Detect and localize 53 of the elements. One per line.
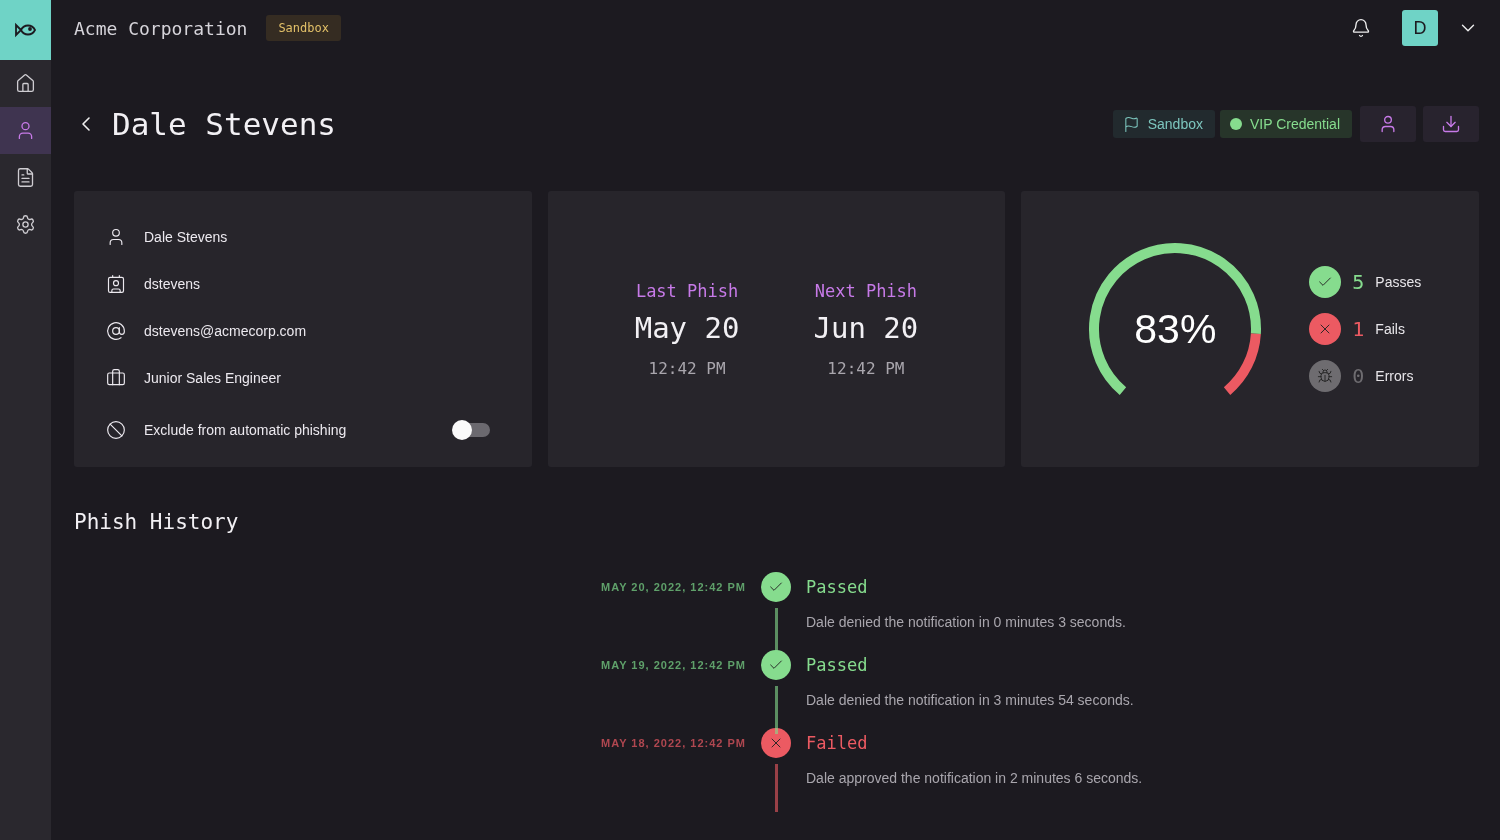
settings-icon (15, 214, 36, 235)
profile-detail: Junior Sales Engineer (144, 369, 282, 386)
page-title: Dale Stevens (112, 106, 336, 142)
environment-badge: Sandbox (266, 15, 341, 41)
setting-label: Exclude from automatic phishing (144, 421, 348, 438)
event-date: MAY 18, 2022, 12:42 PM (600, 737, 746, 749)
section-title: Phish History (74, 510, 240, 534)
phish-user-button[interactable] (1360, 106, 1416, 142)
event-date: MAY 20, 2022, 12:42 PM (600, 581, 746, 593)
exclude-toggle[interactable] (453, 422, 490, 437)
stat-count: 0 (1351, 364, 1366, 388)
bell-icon (1351, 18, 1371, 38)
tag: Sandbox (1112, 110, 1215, 138)
score-gauge-fail-arc (1223, 333, 1262, 395)
event-status: Passed (806, 577, 869, 597)
download-icon (1441, 114, 1461, 134)
time-value: 12:42 PM (648, 358, 726, 378)
time-value: 12:42 PM (827, 358, 905, 378)
id-badge-icon (106, 273, 126, 294)
stat-label: Fails (1375, 321, 1405, 337)
bug-icon (1317, 368, 1334, 384)
briefcase-icon (106, 367, 126, 388)
user-avatar[interactable]: D (1402, 10, 1438, 46)
stat-count: 1 (1351, 317, 1366, 341)
flag-icon (1122, 115, 1140, 133)
home-icon (15, 73, 36, 94)
download-button[interactable] (1423, 106, 1479, 142)
stat-label: Passes (1375, 274, 1422, 290)
stat-count: 5 (1351, 270, 1366, 294)
blocked-icon (106, 419, 126, 440)
event-status: Failed (806, 733, 869, 753)
stat-label: Errors (1375, 368, 1414, 384)
document-icon (15, 167, 36, 188)
profile-detail: dstevens@acmecorp.com (144, 322, 308, 339)
event-status: Passed (806, 655, 869, 675)
tag: VIP Credential (1220, 110, 1352, 138)
score-percentage: 83% (1134, 305, 1217, 353)
event-date: MAY 19, 2022, 12:42 PM (600, 659, 746, 671)
date-value: Jun 20 (813, 310, 919, 345)
logo[interactable] (0, 0, 51, 60)
event-description: Dale denied the notification in 3 minutes 54 seconds. (806, 691, 1135, 710)
notifications-button[interactable] (1351, 18, 1371, 38)
at-sign-icon (106, 320, 126, 341)
organization-name: Acme Corporation (74, 17, 248, 39)
fish-logo-icon (14, 22, 37, 38)
date-label: Next Phish (814, 280, 918, 301)
date-label: Last Phish (635, 280, 739, 301)
status-dot-icon (1230, 118, 1242, 130)
date-value: May 20 (634, 310, 740, 345)
profile-detail: Dale Stevens (144, 228, 229, 245)
profile-detail: dstevens (144, 275, 202, 292)
event-description: Dale approved the notification in 2 minutes 6 seconds. (806, 769, 1144, 788)
event-description: Dale denied the notification in 0 minutes 3 seconds. (806, 613, 1127, 632)
